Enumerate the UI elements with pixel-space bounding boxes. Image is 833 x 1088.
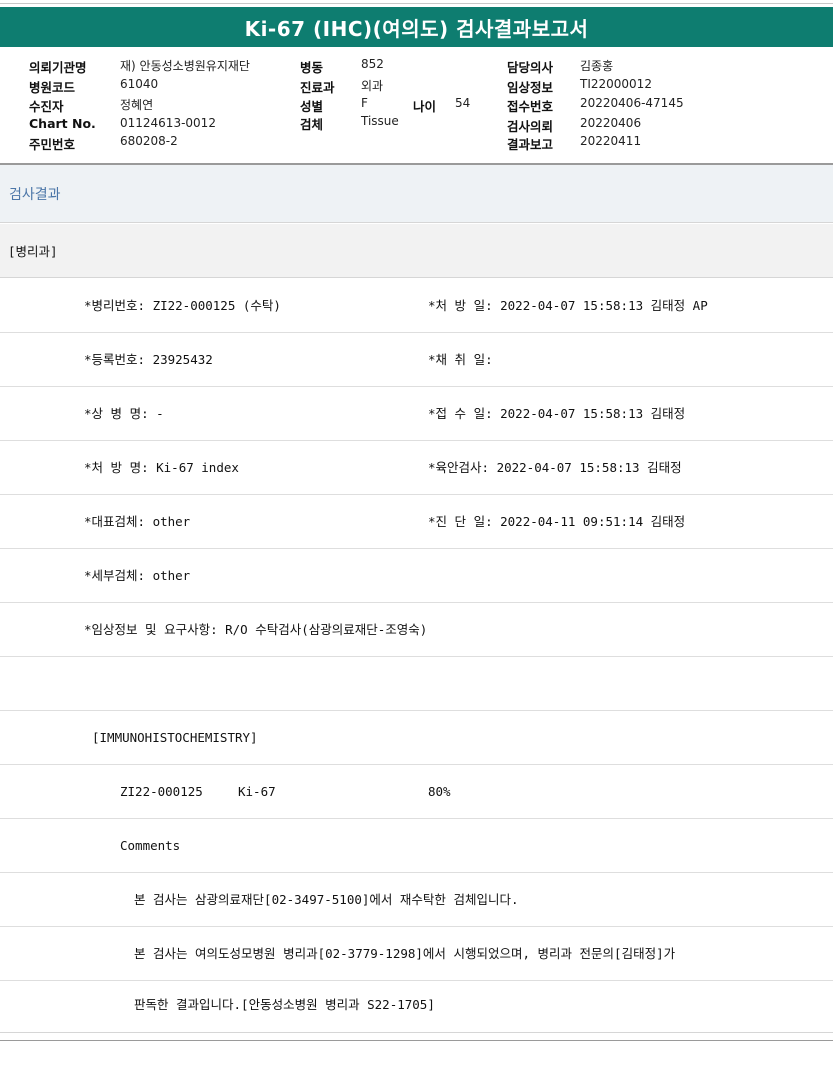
pathology-number: *병리번호: ZI22-000125 (수탁) xyxy=(84,298,281,313)
result-label: 결과보고 xyxy=(507,137,554,152)
resident-no-label: 주민번호 xyxy=(29,137,76,152)
institution-value: 재) 안동성소병원유지재단 xyxy=(120,59,250,73)
resident-no-value: 680208-2 xyxy=(120,134,178,148)
result-row: *상 병 명: - *접 수 일: 2022-04-07 15:58:13 김태… xyxy=(0,387,833,441)
gross-exam-date: *육안검사: 2022-04-07 15:58:13 김태정 xyxy=(428,460,682,475)
result-row: 본 검사는 삼광의료재단[02-3497-5100]에서 재수탁한 검체입니다. xyxy=(0,873,833,927)
order-name: *처 방 명: Ki-67 index xyxy=(84,460,239,475)
request-date-value: 20220406 xyxy=(580,116,642,130)
sex-label: 성별 xyxy=(300,99,324,114)
sex-value: F xyxy=(361,96,368,110)
request-label: 검사의뢰 xyxy=(507,119,554,134)
clinical-value: TI22000012 xyxy=(580,77,652,91)
clinical-info-request: *임상정보 및 요구사항: R/O 수탁검사(삼광의료재단-조영숙) xyxy=(84,622,428,637)
result-row: *세부검체: other xyxy=(0,549,833,603)
report-title: Ki-67 (IHC)(여의도) 검사결과보고서 xyxy=(0,7,833,47)
age-value: 54 xyxy=(455,96,471,110)
department-label: 진료과 xyxy=(300,80,335,95)
receipt-no-label: 접수번호 xyxy=(507,99,554,114)
clinical-label: 임상정보 xyxy=(507,80,554,95)
sub-specimen: *세부검체: other xyxy=(84,568,191,583)
section-title: 검사결과 xyxy=(0,165,833,223)
main-specimen: *대표검체: other xyxy=(84,514,191,529)
result-row: *처 방 명: Ki-67 index *육안검사: 2022-04-07 15… xyxy=(0,441,833,495)
collected-date: *채 취 일: xyxy=(428,352,493,367)
disease-name: *상 병 명: - xyxy=(84,406,164,421)
ward-value: 852 xyxy=(361,57,384,71)
recipient-value: 정혜연 xyxy=(120,98,154,112)
prescribed-date: *처 방 일: 2022-04-07 15:58:13 김태정 AP xyxy=(428,298,708,313)
comments-label: Comments xyxy=(120,838,181,853)
ihc-marker: Ki-67 xyxy=(238,784,276,799)
result-row: *등록번호: 23925432 *채 취 일: xyxy=(0,333,833,387)
comment-line-2: 본 검사는 여의도성모병원 병리과[02-3779-1298]에서 시행되었으며… xyxy=(134,946,676,961)
result-row: *병리번호: ZI22-000125 (수탁) *처 방 일: 2022-04-… xyxy=(0,279,833,333)
specimen-label: 검체 xyxy=(300,117,324,132)
bottom-divider xyxy=(0,1032,833,1033)
ihc-result: 80% xyxy=(428,784,451,799)
result-row: *임상정보 및 요구사항: R/O 수탁검사(삼광의료재단-조영숙) xyxy=(0,603,833,657)
empty-row xyxy=(0,657,833,711)
doctor-value: 김종홍 xyxy=(580,59,614,73)
doctor-label: 담당의사 xyxy=(507,60,554,75)
ihc-heading: [IMMUNOHISTOCHEMISTRY] xyxy=(92,730,258,745)
hospital-code-value: 61040 xyxy=(120,77,159,91)
receipt-no-value: 20220406-47145 xyxy=(580,96,684,110)
age-label: 나이 xyxy=(413,99,437,114)
result-row: ZI22-000125 Ki-67 80% xyxy=(0,765,833,819)
diagnosed-date: *진 단 일: 2022-04-11 09:51:14 김태정 xyxy=(428,514,686,529)
comment-line-3: 판독한 결과입니다.[안동성소병원 병리과 S22-1705] xyxy=(134,997,435,1012)
ward-label: 병동 xyxy=(300,60,324,75)
chart-no-label: Chart No. xyxy=(29,116,96,131)
hospital-code-label: 병원코드 xyxy=(29,80,76,95)
specimen-value: Tissue xyxy=(361,114,399,128)
result-row: *대표검체: other *진 단 일: 2022-04-11 09:51:14… xyxy=(0,495,833,549)
registration-number: *등록번호: 23925432 xyxy=(84,352,213,367)
received-date: *접 수 일: 2022-04-07 15:58:13 김태정 xyxy=(428,406,686,421)
bottom-border xyxy=(0,1040,833,1041)
chart-no-value: 01124613-0012 xyxy=(120,116,216,130)
department-heading: [병리과] xyxy=(0,224,833,278)
ihc-case-number: ZI22-000125 xyxy=(120,784,203,799)
department-value: 외과 xyxy=(361,79,384,93)
patient-info-panel: 의뢰기관명 재) 안동성소병원유지재단 병원코드 61040 수진자 정혜연 C… xyxy=(0,52,833,162)
recipient-label: 수진자 xyxy=(29,99,64,114)
top-border xyxy=(0,3,833,4)
result-row: Comments xyxy=(0,819,833,873)
comment-line-1: 본 검사는 삼광의료재단[02-3497-5100]에서 재수탁한 검체입니다. xyxy=(134,892,519,907)
result-row: 판독한 결과입니다.[안동성소병원 병리과 S22-1705] xyxy=(0,981,833,1033)
result-row: [IMMUNOHISTOCHEMISTRY] xyxy=(0,711,833,765)
institution-label: 의뢰기관명 xyxy=(29,60,87,75)
result-row: 본 검사는 여의도성모병원 병리과[02-3779-1298]에서 시행되었으며… xyxy=(0,927,833,981)
result-date-value: 20220411 xyxy=(580,134,642,148)
